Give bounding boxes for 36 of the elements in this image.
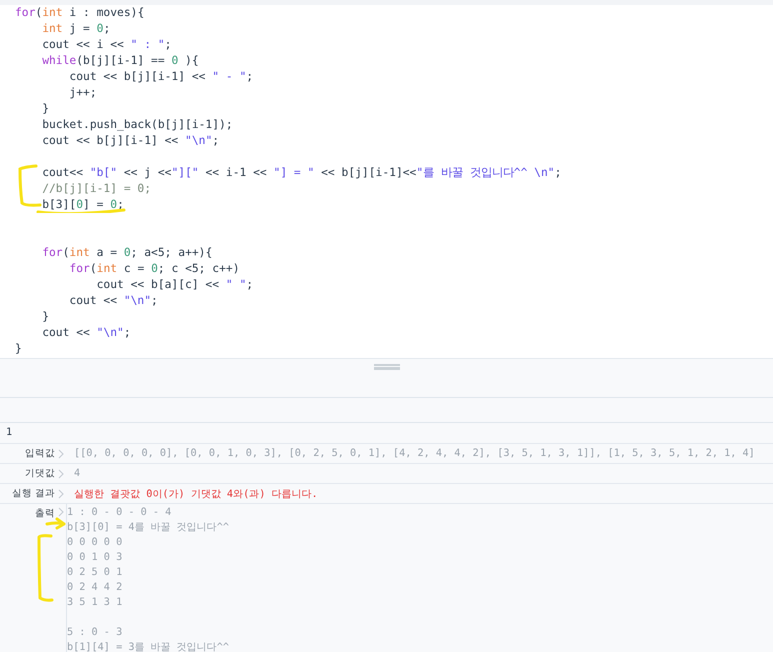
code-line: //b[j][i-1] = 0; — [41, 181, 152, 197]
output-line: 3 5 1 3 1 — [67, 596, 124, 610]
code-line: cout << "\n"; — [68, 293, 159, 309]
code-line: cout<< "b[" << j <<"][" << i-1 << "] = " << b[j][i-1]<<"를 바꿀 것입니다^^ \n"; — [41, 165, 562, 181]
row-label: 입력값 — [24, 447, 55, 460]
output-line: 0 2 4 4 2 — [67, 581, 124, 595]
code-line: cout << b[a][c] << " "; — [96, 277, 254, 293]
code-line: int j = 0; — [41, 21, 112, 37]
output-line: b[1][4] = 3를 바꿀 것입니다^^ — [67, 641, 230, 652]
row-label: 실행 결과 — [10, 487, 55, 500]
resize-handle[interactable] — [374, 364, 400, 370]
code-line: for(int a = 0; a<5; a++){ — [41, 245, 214, 261]
row-label: 기댓값 — [24, 467, 55, 480]
output-line: 1 : 0 - 0 - 0 - 4 — [67, 506, 172, 520]
code-line: cout << b[j][i-1] << "\n"; — [41, 133, 220, 149]
code-line: cout << "\n"; — [41, 325, 132, 341]
row-label: 출력 — [34, 507, 55, 520]
output-line: 0 2 5 0 1 — [67, 566, 124, 580]
output-line: 5 : 0 - 3 — [67, 626, 124, 640]
row-value: 4 — [74, 468, 80, 479]
output-line: 0 0 1 0 3 — [67, 551, 124, 565]
code-line: } — [41, 101, 50, 117]
output-line: b[3][0] = 4를 바꿀 것입니다^^ — [67, 521, 230, 535]
code-line: } — [15, 341, 23, 357]
code-line: for(int c = 0; c <5; c++) — [68, 261, 240, 277]
code-line: while(b[j][i-1] == 0 ){ — [41, 53, 200, 69]
row-value: 실행한 결괏값 0이(가) 기댓값 4와(과) 다릅니다. — [74, 488, 318, 500]
code-line: bucket.push_back(b[j][i-1]); — [41, 117, 234, 133]
output-line: 0 0 0 0 0 — [67, 536, 124, 550]
code-line: cout << b[j][i-1] << " - "; — [68, 69, 254, 85]
code-line: } — [41, 309, 50, 325]
test-case-title: 1 — [0, 423, 773, 444]
code-line: j++; — [68, 85, 98, 101]
row-value: [[0, 0, 0, 0, 0], [0, 0, 1, 0, 3], [0, 2, 5, 0, 1], [4, 2, 4, 4, 2], [3, 5, 1, 3, 1]], [1, 5, 3, 5, 1, 2, 1, 4] — [74, 448, 755, 459]
code-line: cout << i << " : "; — [41, 37, 172, 53]
code-line: for(int i : moves){ — [15, 5, 146, 21]
